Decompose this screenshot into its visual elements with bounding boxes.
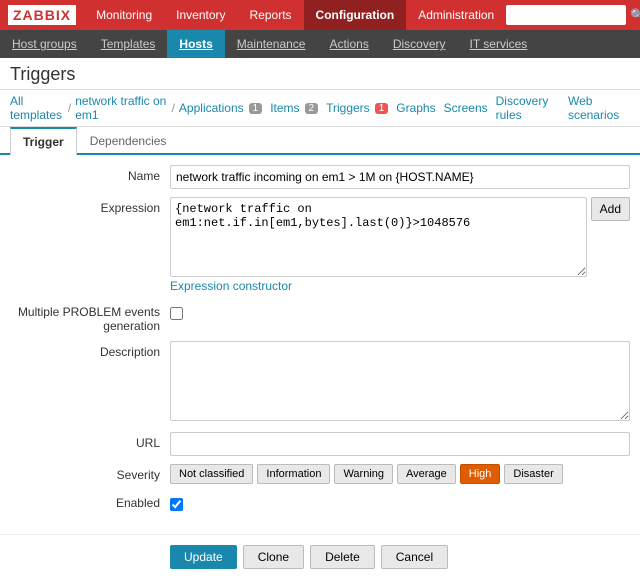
severity-information[interactable]: Information (257, 464, 330, 484)
severity-field: Not classified Information Warning Avera… (170, 464, 630, 484)
name-label: Name (10, 165, 170, 183)
tab-dependencies[interactable]: Dependencies (77, 127, 180, 155)
severity-not-classified[interactable]: Not classified (170, 464, 253, 484)
logo[interactable]: ZABBIX (0, 0, 84, 30)
description-row: Description (0, 341, 640, 424)
breadcrumb-web-scenarios[interactable]: Web scenarios (568, 94, 630, 122)
url-input[interactable] (170, 432, 630, 456)
severity-wrap: Not classified Information Warning Avera… (170, 464, 630, 484)
nav-reports[interactable]: Reports (238, 0, 304, 30)
expression-constructor-link[interactable]: Expression constructor (170, 279, 292, 293)
breadcrumb-host[interactable]: network traffic on em1 (75, 94, 167, 122)
page-title: Triggers (10, 64, 630, 85)
nav-monitoring[interactable]: Monitoring (84, 0, 164, 30)
severity-label: Severity (10, 464, 170, 482)
subnav-actions[interactable]: Actions (317, 30, 380, 58)
multiple-problem-checkbox[interactable] (170, 307, 183, 320)
subnav-hostgroups[interactable]: Host groups (0, 30, 89, 58)
description-label: Description (10, 341, 170, 359)
top-nav-items: Monitoring Inventory Reports Configurati… (84, 0, 506, 30)
subnav-templates[interactable]: Templates (89, 30, 168, 58)
multiple-problem-label: Multiple PROBLEM events generation (10, 301, 170, 333)
enabled-row: Enabled (0, 492, 640, 516)
multiple-problem-field (170, 301, 630, 325)
search-icon[interactable]: 🔍 (630, 8, 640, 22)
expression-row: Expression {network traffic on em1:net.i… (0, 197, 640, 293)
search-input[interactable] (506, 5, 626, 25)
enabled-field (170, 492, 630, 516)
expression-field: {network traffic on em1:net.if.in[em1,by… (170, 197, 630, 293)
breadcrumb: All templates / network traffic on em1 /… (0, 90, 640, 127)
tabs-bar: Trigger Dependencies (0, 127, 640, 155)
subnav-itservices[interactable]: IT services (458, 30, 540, 58)
sub-navbar: Host groups Templates Hosts Maintenance … (0, 30, 640, 58)
breadcrumb-discovery-rules[interactable]: Discovery rules (496, 94, 560, 122)
severity-disaster[interactable]: Disaster (504, 464, 562, 484)
name-row: Name (0, 165, 640, 189)
expression-textarea[interactable]: {network traffic on em1:net.if.in[em1,by… (170, 197, 587, 277)
subnav-hosts[interactable]: Hosts (167, 30, 224, 58)
add-button[interactable]: Add (591, 197, 630, 221)
nav-configuration[interactable]: Configuration (304, 0, 407, 30)
name-input[interactable] (170, 165, 630, 189)
url-label: URL (10, 432, 170, 450)
breadcrumb-items[interactable]: Items (270, 101, 299, 115)
nav-inventory[interactable]: Inventory (164, 0, 237, 30)
breadcrumb-applications[interactable]: Applications (179, 101, 244, 115)
description-textarea[interactable] (170, 341, 630, 421)
subnav-discovery[interactable]: Discovery (381, 30, 458, 58)
search-bar: 🔍 (506, 5, 640, 25)
severity-warning[interactable]: Warning (334, 464, 393, 484)
action-row: Update Clone Delete Cancel (0, 534, 640, 579)
description-field (170, 341, 630, 424)
url-row: URL (0, 432, 640, 456)
clone-button[interactable]: Clone (243, 545, 304, 569)
severity-average[interactable]: Average (397, 464, 456, 484)
top-navbar: ZABBIX Monitoring Inventory Reports Conf… (0, 0, 640, 30)
breadcrumb-triggers[interactable]: Triggers (326, 101, 370, 115)
enabled-checkbox[interactable] (170, 498, 183, 511)
enabled-label: Enabled (10, 492, 170, 510)
tab-trigger[interactable]: Trigger (10, 127, 77, 155)
severity-high[interactable]: High (460, 464, 501, 484)
subnav-maintenance[interactable]: Maintenance (225, 30, 318, 58)
update-button[interactable]: Update (170, 545, 237, 569)
expression-label: Expression (10, 197, 170, 215)
breadcrumb-graphs[interactable]: Graphs (396, 101, 435, 115)
form-container: Name Expression {network traffic on em1:… (0, 155, 640, 534)
logo-text: ZABBIX (8, 5, 76, 25)
breadcrumb-screens[interactable]: Screens (444, 101, 488, 115)
expression-wrap: {network traffic on em1:net.if.in[em1,by… (170, 197, 630, 277)
nav-administration[interactable]: Administration (406, 0, 506, 30)
url-field (170, 432, 630, 456)
breadcrumb-all-templates[interactable]: All templates (10, 94, 64, 122)
cancel-button[interactable]: Cancel (381, 545, 448, 569)
name-field (170, 165, 630, 189)
severity-row: Severity Not classified Information Warn… (0, 464, 640, 484)
multiple-problem-row: Multiple PROBLEM events generation (0, 301, 640, 333)
delete-button[interactable]: Delete (310, 545, 375, 569)
